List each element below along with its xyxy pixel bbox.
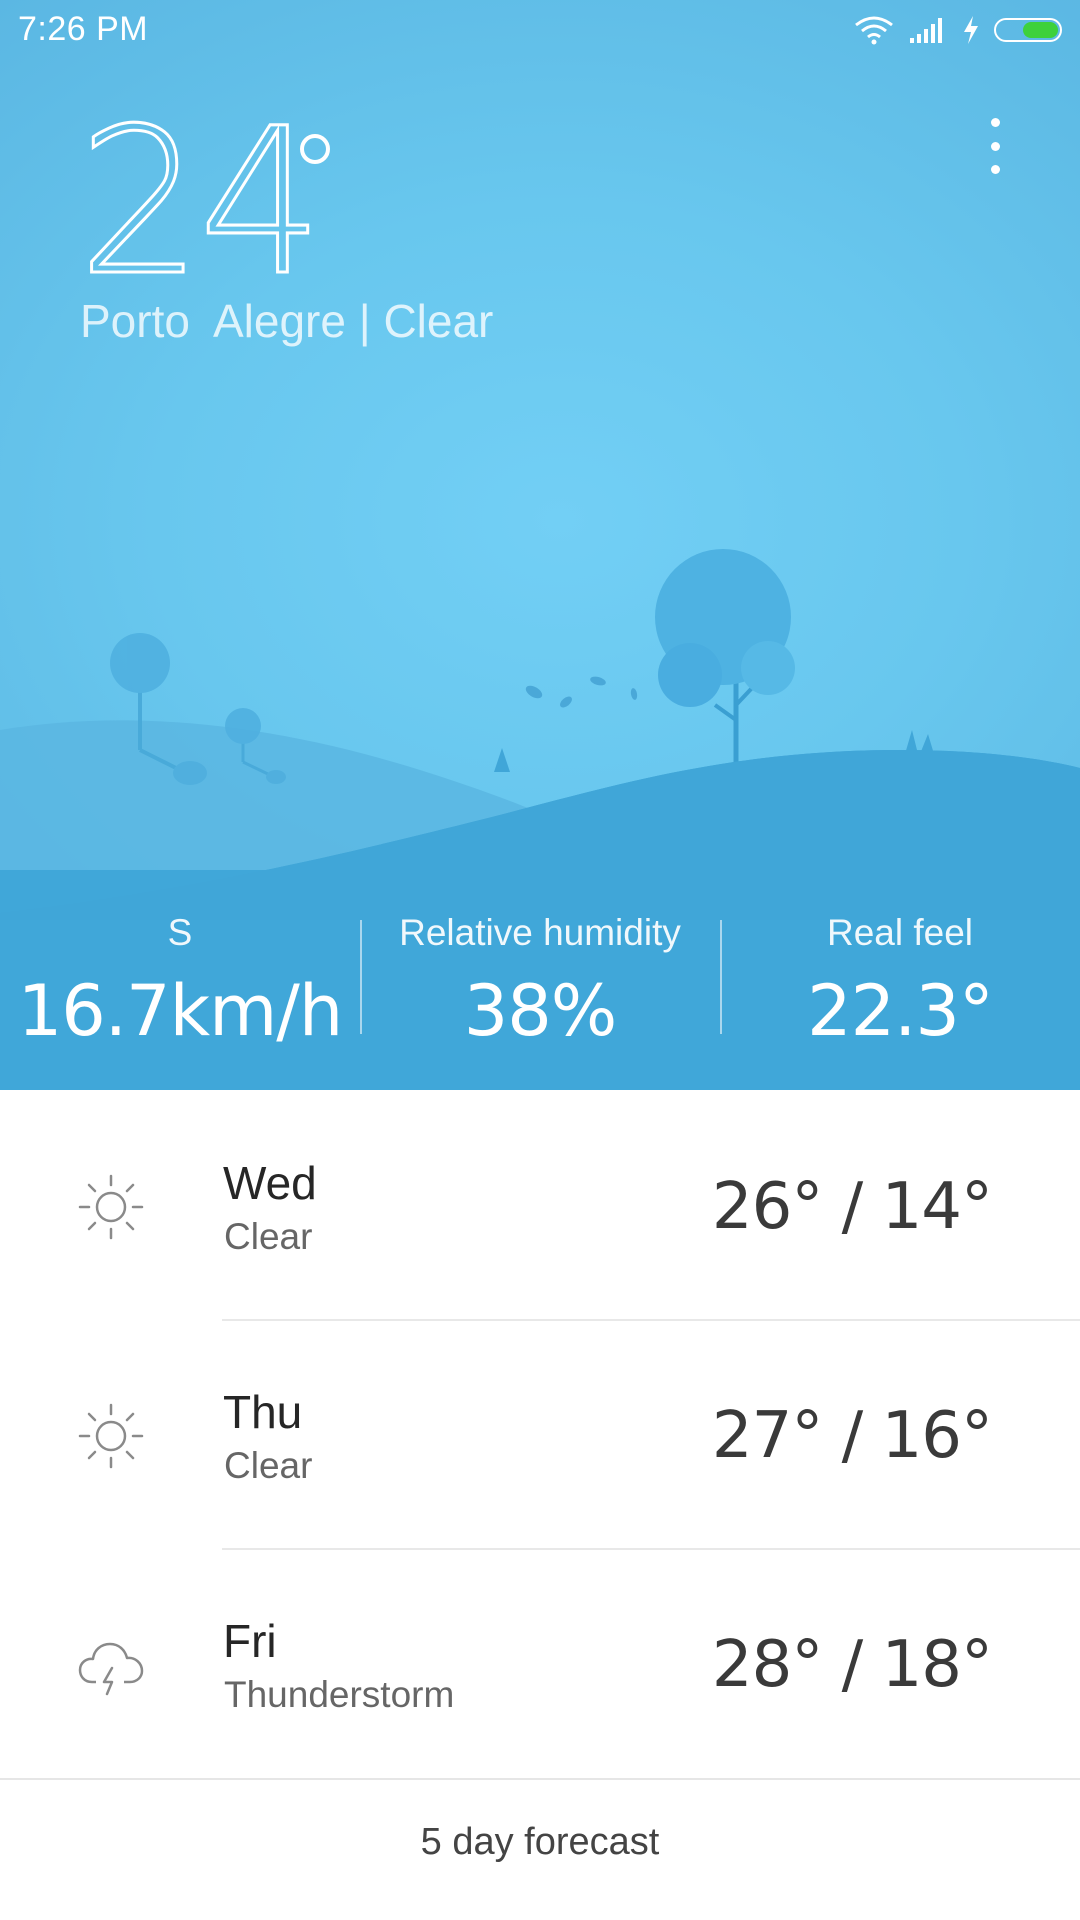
stat-real-feel-label: Real feel	[826, 912, 974, 953]
forecast-row-thu[interactable]: Thu Clear 27° / 16°	[0, 1319, 1080, 1548]
forecast-condition: Clear	[224, 1216, 313, 1257]
status-icons	[854, 12, 1062, 48]
stat-humidity-label: Relative humidity	[399, 912, 681, 953]
weather-stats: S 16.7km/h Relative humidity 38% Real fe…	[0, 900, 1080, 1090]
status-bar: 7:26 PM	[0, 0, 1080, 62]
forecast-condition: Thunderstorm	[224, 1674, 455, 1715]
forecast-row-wed[interactable]: Wed Clear 26° / 14°	[0, 1090, 1080, 1319]
status-time: 7:26 PM	[18, 10, 149, 48]
stat-wind-value: 16.7km/h	[17, 970, 344, 1052]
wifi-icon	[855, 16, 893, 45]
forecast-temp-range: 27° / 16°	[711, 1399, 993, 1473]
stat-humidity: Relative humidity 38%	[360, 900, 720, 1090]
current-temperature: 24	[76, 101, 324, 306]
current-temperature-value: 24	[76, 85, 324, 321]
forecast-temp-range: 26° / 14°	[711, 1170, 993, 1244]
thunderstorm-icon	[78, 1642, 144, 1696]
sun-icon	[78, 1403, 144, 1469]
floating-leaves	[525, 676, 638, 708]
stat-wind-label: S	[167, 912, 193, 953]
location-separator: |	[358, 295, 371, 347]
forecast-day: Thu	[223, 1386, 303, 1438]
weather-screen: 7:26 PM 24 Porto Alegre | Clear S 16.7km…	[0, 0, 1080, 1920]
forecast-list: Wed Clear 26° / 14° Thu Clear 27° / 16° …	[0, 1090, 1080, 1778]
forecast-row-fri[interactable]: Fri Thunderstorm 28° / 18°	[0, 1548, 1080, 1777]
charging-icon	[964, 16, 978, 44]
signal-icon	[910, 18, 942, 43]
forecast-condition: Clear	[224, 1445, 313, 1486]
more-vert-icon	[990, 118, 1000, 127]
current-condition: Clear	[383, 295, 494, 347]
sun-icon	[78, 1174, 144, 1240]
stat-humidity-value: 38%	[463, 970, 618, 1052]
location-condition[interactable]: Porto Alegre | Clear	[80, 294, 493, 348]
five-day-forecast-button[interactable]: 5 day forecast	[0, 1780, 1080, 1920]
weather-hero: 7:26 PM 24 Porto Alegre | Clear S 16.7km…	[0, 0, 1080, 1090]
location-name: Porto Alegre	[80, 295, 346, 347]
battery-icon	[994, 18, 1062, 42]
forecast-day: Wed	[223, 1157, 317, 1209]
battery-level	[1023, 22, 1058, 38]
forecast-day: Fri	[223, 1615, 277, 1667]
more-options-button[interactable]	[975, 118, 1015, 174]
stat-real-feel: Real feel 22.3°	[720, 900, 1080, 1090]
degree-symbol	[300, 134, 330, 164]
forecast-temp-range: 28° / 18°	[711, 1628, 993, 1702]
more-vert-dot	[990, 165, 1000, 174]
stat-wind: S 16.7km/h	[0, 900, 360, 1090]
stat-real-feel-value: 22.3°	[807, 970, 994, 1052]
more-vert-dot	[990, 141, 1000, 151]
